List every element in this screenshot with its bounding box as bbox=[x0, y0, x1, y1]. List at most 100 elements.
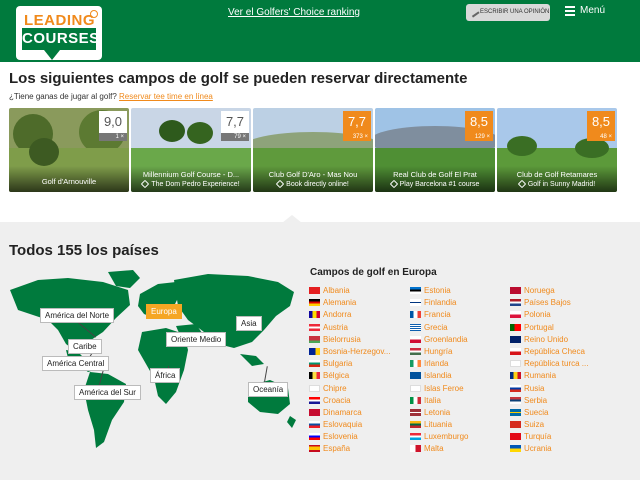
country-link[interactable]: Ucrania bbox=[510, 443, 610, 455]
country-link[interactable]: Reino Unido bbox=[510, 334, 610, 346]
country-link[interactable]: Albania bbox=[309, 285, 409, 297]
flag-icon bbox=[510, 433, 521, 441]
flag-icon bbox=[410, 408, 421, 416]
course-card[interactable]: Club de Golf Retamares Golf in Sunny Mad… bbox=[497, 108, 617, 192]
flag-icon bbox=[309, 396, 320, 404]
write-review-button[interactable]: ESCRIBIR UNA OPINIÓN bbox=[466, 4, 550, 21]
country-link[interactable]: Dinamarca bbox=[309, 407, 409, 419]
flag-icon bbox=[510, 335, 521, 343]
hamburger-icon bbox=[565, 6, 575, 16]
country-link[interactable]: Letonia bbox=[410, 407, 510, 419]
country-link[interactable]: Andorra bbox=[309, 309, 409, 321]
country-link[interactable]: Portugal bbox=[510, 322, 610, 334]
country-link[interactable]: Austria bbox=[309, 322, 409, 334]
course-card[interactable]: Millennium Golf Course - D... The Dom Pe… bbox=[131, 108, 251, 192]
country-link[interactable]: Suecia bbox=[510, 407, 610, 419]
flag-icon bbox=[410, 396, 421, 404]
region-america-del-sur[interactable]: América del Sur bbox=[74, 385, 141, 400]
country-link[interactable]: Rumania bbox=[510, 370, 610, 382]
flag-icon bbox=[309, 372, 320, 380]
flag-icon bbox=[410, 384, 421, 392]
registered-icon bbox=[90, 10, 98, 18]
country-column-3: Noruega Países Bajos Polonia Portugal Re… bbox=[510, 285, 610, 456]
country-link[interactable]: República turca ... bbox=[510, 358, 610, 370]
menu-label: Menú bbox=[580, 5, 606, 16]
region-oriente-medio[interactable]: Oriente Medio bbox=[166, 332, 227, 347]
flag-icon bbox=[410, 360, 421, 368]
flag-icon bbox=[410, 372, 421, 380]
tag-icon bbox=[389, 179, 398, 189]
leading-courses-logo[interactable]: LEADING COURSES bbox=[16, 6, 102, 60]
country-link[interactable]: Bulgaria bbox=[309, 358, 409, 370]
flag-icon bbox=[510, 360, 521, 368]
country-link[interactable]: Irlanda bbox=[410, 358, 510, 370]
flag-icon bbox=[510, 372, 521, 380]
course-tagline: The Dom Pedro Experience! bbox=[131, 179, 251, 189]
book-tee-time-link[interactable]: Reservar tee time en línea bbox=[119, 92, 213, 101]
country-link[interactable]: España bbox=[309, 443, 409, 455]
logo-speech-tail bbox=[44, 50, 60, 60]
course-card[interactable]: Real Club de Golf El Prat Play Barcelona… bbox=[375, 108, 495, 192]
country-link[interactable]: Chipre bbox=[309, 383, 409, 395]
region-caribe[interactable]: Caribe bbox=[68, 339, 102, 354]
region-africa[interactable]: África bbox=[150, 368, 181, 383]
golfers-choice-ranking-link[interactable]: Ver el Golfers' Choice ranking bbox=[228, 7, 360, 18]
country-link[interactable]: Finlandia bbox=[410, 297, 510, 309]
course-tagline: Book directly online! bbox=[253, 179, 373, 189]
country-link[interactable]: Turquía bbox=[510, 431, 610, 443]
country-link[interactable]: Lituania bbox=[410, 419, 510, 431]
country-link[interactable]: República Checa bbox=[510, 346, 610, 358]
country-link[interactable]: Bielorrusia bbox=[309, 334, 409, 346]
country-link[interactable]: Croacia bbox=[309, 395, 409, 407]
country-link[interactable]: Bélgica bbox=[309, 370, 409, 382]
region-oceania[interactable]: Oceanía bbox=[248, 382, 289, 397]
country-link[interactable]: Grecia bbox=[410, 322, 510, 334]
country-link[interactable]: Eslovaquia bbox=[309, 419, 409, 431]
flag-icon bbox=[309, 335, 320, 343]
country-link[interactable]: Malta bbox=[410, 443, 510, 455]
region-asia[interactable]: Asia bbox=[236, 316, 262, 331]
flag-icon bbox=[410, 421, 421, 429]
logo-text-bottom: COURSES bbox=[22, 28, 99, 50]
bookable-courses-section: Los siguientes campos de golf se pueden … bbox=[0, 62, 640, 222]
country-link[interactable]: Islas Feroe bbox=[410, 383, 510, 395]
country-link[interactable]: Rusia bbox=[510, 383, 610, 395]
country-link[interactable]: Bosnia-Herzegov... bbox=[309, 346, 409, 358]
flag-icon bbox=[309, 421, 320, 429]
flag-icon bbox=[510, 421, 521, 429]
country-link[interactable]: Polonia bbox=[510, 309, 610, 321]
country-link[interactable]: Alemania bbox=[309, 297, 409, 309]
flag-icon bbox=[309, 445, 320, 453]
country-link[interactable]: Eslovenia bbox=[309, 431, 409, 443]
country-link[interactable]: Estonia bbox=[410, 285, 510, 297]
country-link[interactable]: Noruega bbox=[510, 285, 610, 297]
course-rating: 9,0 bbox=[99, 111, 127, 133]
course-card[interactable]: Club Golf D'Aro - Mas Nou Book directly … bbox=[253, 108, 373, 192]
flag-icon bbox=[309, 433, 320, 441]
country-link[interactable]: Hungría bbox=[410, 346, 510, 358]
country-link[interactable]: Islandia bbox=[410, 370, 510, 382]
flag-icon bbox=[309, 347, 320, 355]
flag-icon bbox=[510, 323, 521, 331]
course-tagline: Golf in Sunny Madrid! bbox=[497, 179, 617, 189]
write-review-label: ESCRIBIR UNA OPINIÓN bbox=[480, 9, 550, 15]
countries-title: Todos 155 los países bbox=[9, 242, 159, 259]
tag-icon bbox=[275, 179, 285, 189]
country-link[interactable]: Groenlandia bbox=[410, 334, 510, 346]
course-name: Real Club de Golf El Prat bbox=[393, 170, 477, 179]
countries-section: Todos 155 los países América del Norte E… bbox=[0, 222, 640, 480]
region-europa[interactable]: Europa bbox=[146, 304, 182, 319]
country-link[interactable]: Suiza bbox=[510, 419, 610, 431]
course-card[interactable]: Golf d'Arnouville 9,0 1 × bbox=[9, 108, 129, 192]
country-link[interactable]: Francia bbox=[410, 309, 510, 321]
region-america-central[interactable]: América Central bbox=[42, 356, 110, 371]
region-america-del-norte[interactable]: América del Norte bbox=[40, 308, 115, 323]
country-link[interactable]: Países Bajos bbox=[510, 297, 610, 309]
flag-icon bbox=[510, 287, 521, 294]
country-link[interactable]: Italia bbox=[410, 395, 510, 407]
world-map: América del Norte Europa Asia Caribe Ori… bbox=[8, 270, 298, 466]
country-link[interactable]: Luxemburgo bbox=[410, 431, 510, 443]
europe-list-title: Campos de golf en Europa bbox=[310, 267, 437, 278]
country-link[interactable]: Serbia bbox=[510, 395, 610, 407]
country-column-2: Estonia Finlandia Francia Grecia Groenla… bbox=[410, 285, 510, 456]
